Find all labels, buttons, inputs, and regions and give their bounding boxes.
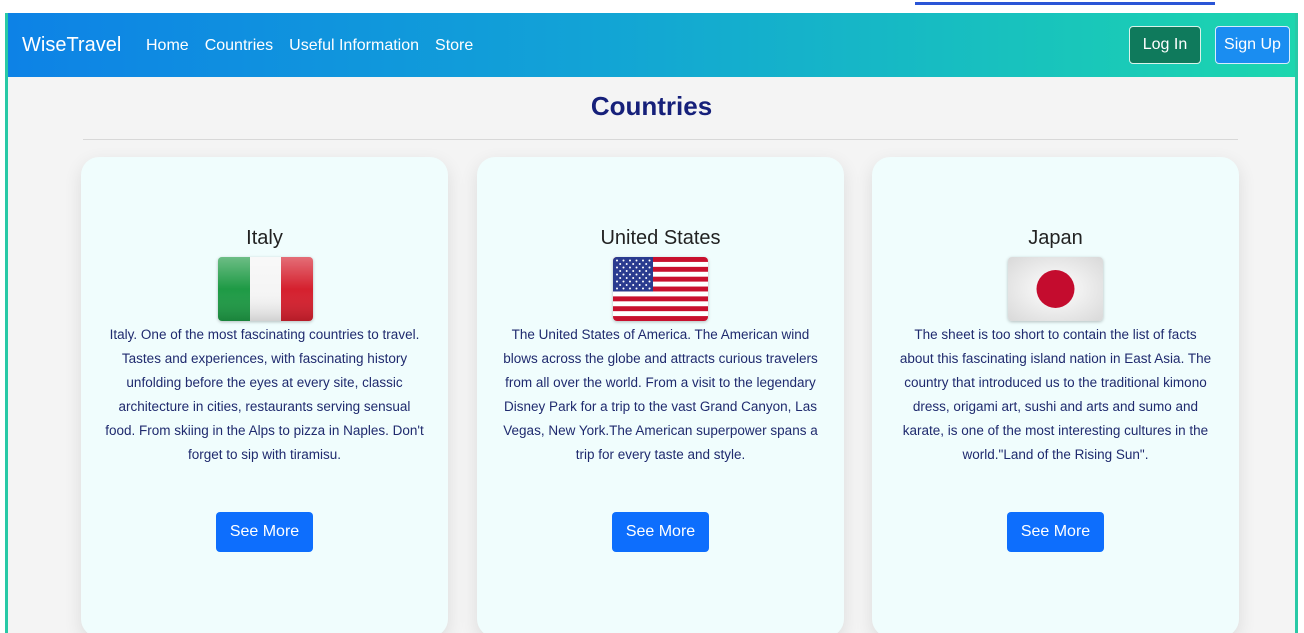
card-description: The sheet is too short to contain the li…	[899, 327, 1212, 462]
japan-flag-icon	[1008, 257, 1103, 321]
card-title: Japan	[1028, 227, 1083, 249]
nav-link-useful-information[interactable]: Useful Information	[289, 37, 419, 55]
usa-flag-icon	[613, 257, 708, 321]
card-title: United States	[600, 227, 721, 249]
country-card-italy: Italy Italy. One of the most fascinating…	[81, 157, 448, 633]
page-title: Countries	[590, 91, 713, 121]
title-divider	[83, 139, 1238, 140]
top-link-underline	[915, 2, 1215, 5]
brand-logo[interactable]: WiseTravel	[22, 34, 121, 57]
signup-button[interactable]: Sign Up	[1215, 26, 1290, 64]
card-description: Italy. One of the most fascinating count…	[105, 327, 424, 462]
navbar: WiseTravel Home Countries Useful Informa…	[8, 13, 1295, 77]
see-more-button[interactable]: See More	[216, 512, 313, 552]
login-button[interactable]: Log In	[1129, 26, 1201, 64]
country-card-japan: Japan The sheet is too short to contain …	[872, 157, 1239, 633]
nav-link-countries[interactable]: Countries	[205, 37, 273, 55]
country-card-united-states: United States The United States of Ameri…	[477, 157, 844, 633]
nav-links: Home Countries Useful Information Store	[146, 37, 473, 55]
page-frame: WiseTravel Home Countries Useful Informa…	[5, 13, 1298, 633]
see-more-button[interactable]: See More	[1007, 512, 1104, 552]
card-title: Italy	[246, 227, 283, 249]
card-description: The United States of America. The Americ…	[503, 327, 818, 462]
italy-flag-icon	[218, 257, 313, 321]
nav-link-store[interactable]: Store	[435, 37, 473, 55]
see-more-button[interactable]: See More	[612, 512, 709, 552]
nav-link-home[interactable]: Home	[146, 37, 189, 55]
